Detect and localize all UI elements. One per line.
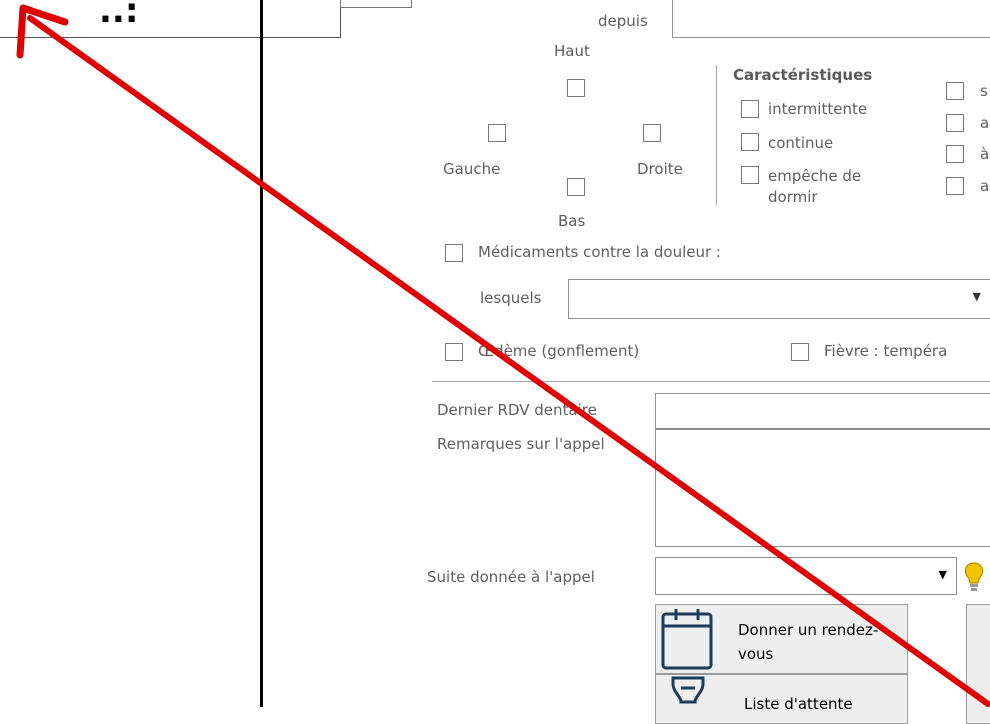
red-arrow-annotation <box>16 4 990 707</box>
